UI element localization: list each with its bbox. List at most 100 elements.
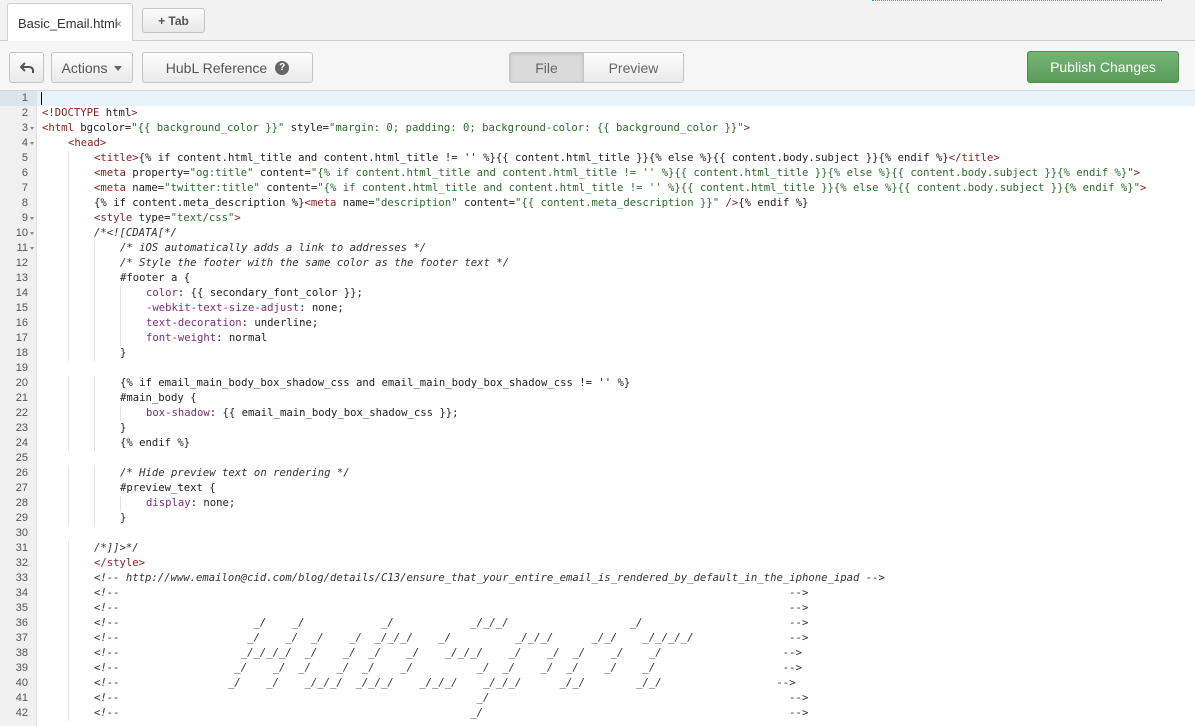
editor-toolbar: Actions HubL Reference ? File Preview Pu… [0, 41, 1195, 91]
code-line[interactable]: 40 <!-- _/ _/ _/_/_/ _/_/_/ _/_/_/ _/_/_/… [0, 676, 1195, 691]
code-text: font-weight: normal [146, 332, 268, 344]
code-line[interactable]: 14 color: {{ secondary_font_color }}; [0, 286, 1195, 301]
code-line[interactable]: 8 {% if content.meta_description %}<meta … [0, 196, 1195, 211]
code-line[interactable]: 19 [0, 361, 1195, 376]
code-text: <!-- _/ _/ _/_/_/ _/_/_/ _/_/_/ _/_/_/ _… [94, 677, 796, 689]
fold-toggle-icon[interactable] [30, 232, 34, 235]
code-line[interactable]: 32 </style> [0, 556, 1195, 571]
code-text: -webkit-text-size-adjust: none; [146, 302, 344, 314]
code-text: <!DOCTYPE html> [42, 107, 138, 119]
indent-guide [68, 601, 69, 616]
actions-dropdown-button[interactable]: Actions [51, 52, 133, 83]
code-line[interactable]: 39 <!-- _/ _/ _/ _/ _/ _/ _/ _/ _/ _/ _/ … [0, 661, 1195, 676]
indent-guide [68, 286, 69, 301]
code-line[interactable]: 34 <!-- --> [0, 586, 1195, 601]
indent-guide [68, 616, 69, 631]
code-text: <!-- _/ _/ _/ _/ _/_/_/ _/ _/_/_/ _/_/ _… [94, 632, 809, 644]
code-text: #preview_text { [120, 482, 216, 494]
actions-label: Actions [61, 59, 108, 76]
code-line[interactable]: 2 <!DOCTYPE html> [0, 106, 1195, 121]
indent-guide [68, 511, 69, 526]
tab-bar: Basic_Email.html × + Tab [0, 0, 1195, 42]
code-line[interactable]: 15 -webkit-text-size-adjust: none; [0, 301, 1195, 316]
code-line[interactable]: 22 box-shadow: {{ email_main_body_box_sha… [0, 406, 1195, 421]
code-line[interactable]: 24 {% endif %} [0, 436, 1195, 451]
code-line[interactable]: 35 <!-- --> [0, 601, 1195, 616]
code-line[interactable]: 7 <meta name="twitter:title" content="{% … [0, 181, 1195, 196]
indent-guide [94, 256, 95, 271]
code-line[interactable]: 13 #footer a { [0, 271, 1195, 286]
indent-guide [68, 631, 69, 646]
code-line[interactable]: 42 <!-- _/ --> [0, 706, 1195, 721]
code-line[interactable]: 29} [0, 511, 1195, 526]
tab-preview[interactable]: Preview [584, 53, 683, 82]
code-line[interactable]: 38 <!-- _/_/_/_/ _/ _/ _/ _/ _/_/_/ _/ _/… [0, 646, 1195, 661]
fold-toggle-icon[interactable] [30, 142, 34, 145]
fold-toggle-icon[interactable] [30, 127, 34, 130]
indent-guide [68, 496, 69, 511]
code-line[interactable]: 41 <!-- _/ --> [0, 691, 1195, 706]
code-line[interactable]: 4 <head> [0, 136, 1195, 151]
line-number: 20 [15, 377, 28, 389]
code-text: <!-- _/_/_/_/ _/ _/ _/ _/ _/_/_/ _/ _/ _… [94, 647, 802, 659]
code-line[interactable]: 18} [0, 346, 1195, 361]
code-line[interactable]: 23} [0, 421, 1195, 436]
code-line[interactable]: 10/*<![CDATA[*/ [0, 226, 1195, 241]
code-line[interactable]: 27 #preview_text { [0, 481, 1195, 496]
indent-guide [94, 466, 95, 481]
code-line[interactable]: 28 display: none; [0, 496, 1195, 511]
line-number: 15 [15, 302, 28, 314]
code-text: /*]]>*/ [94, 542, 139, 554]
code-line[interactable]: 11/* iOS automatically adds a link to ad… [0, 241, 1195, 256]
code-line[interactable]: 31 /*]]>*/ [0, 541, 1195, 556]
code-line[interactable]: 12 /* Style the footer with the same colo… [0, 256, 1195, 271]
indent-guide [120, 496, 121, 511]
code-line[interactable]: 3 <html bgcolor="{{ background_color }}" … [0, 121, 1195, 136]
close-icon[interactable]: × [115, 17, 122, 31]
code-line[interactable]: 1 [0, 91, 1195, 106]
code-line[interactable]: 17 font-weight: normal [0, 331, 1195, 346]
code-line[interactable]: 37 <!-- _/ _/ _/ _/ _/_/_/ _/ _/_/_/ _/_/… [0, 631, 1195, 646]
help-icon: ? [275, 60, 290, 75]
code-line[interactable]: 33 <!-- http://www.emailon@cid.com/blog/d… [0, 571, 1195, 586]
hubl-reference-button[interactable]: HubL Reference ? [142, 52, 313, 83]
code-text: } [120, 347, 127, 359]
code-line[interactable]: 9 <style type="text/css"> [0, 211, 1195, 226]
line-number: 12 [15, 257, 28, 269]
code-line[interactable]: 5 <title>{% if content.html_title and con… [0, 151, 1195, 166]
line-number: 19 [15, 362, 28, 374]
code-text: /* iOS automatically adds a link to addr… [120, 242, 427, 254]
code-line[interactable]: 20 {% if email_main_body_box_shadow_css a… [0, 376, 1195, 391]
indent-guide [120, 316, 121, 331]
back-button[interactable] [9, 52, 44, 83]
code-line[interactable]: 21 #main_body { [0, 391, 1195, 406]
indent-guide [94, 376, 95, 391]
text-cursor [41, 92, 42, 105]
code-editor[interactable]: 1 2 <!DOCTYPE html> 3 <html bgcolor="{{ back… [0, 91, 1195, 726]
undo-arrow-icon [19, 61, 34, 73]
fold-toggle-icon[interactable] [30, 217, 34, 220]
code-line[interactable]: 26 /* Hide preview text on rendering */ [0, 466, 1195, 481]
indent-guide [68, 481, 69, 496]
indent-guide [68, 271, 69, 286]
code-line[interactable]: 25 [0, 451, 1195, 466]
code-line[interactable]: 30 [0, 526, 1195, 541]
add-tab-button[interactable]: + Tab [142, 8, 205, 33]
line-number: 27 [15, 482, 28, 494]
fold-toggle-icon[interactable] [30, 247, 34, 250]
indent-guide [68, 211, 69, 226]
code-line[interactable]: 6 <meta property="og:title" content="{% i… [0, 166, 1195, 181]
code-text: } [120, 422, 127, 434]
indent-guide [94, 496, 95, 511]
code-line[interactable]: 16 text-decoration: underline; [0, 316, 1195, 331]
code-line[interactable]: 36 <!-- _/ _/ _/ _/_/_/ _/ --> [0, 616, 1195, 631]
line-number: 33 [15, 572, 28, 584]
line-number: 30 [15, 527, 28, 539]
code-text: text-decoration: underline; [146, 317, 319, 329]
publish-changes-button[interactable]: Publish Changes [1027, 51, 1179, 83]
top-link-fragment[interactable] [872, 0, 1162, 1]
indent-guide [94, 271, 95, 286]
tab-file[interactable]: File [510, 53, 584, 82]
line-number: 24 [15, 437, 28, 449]
file-tab-basic-email[interactable]: Basic_Email.html × [7, 3, 133, 42]
